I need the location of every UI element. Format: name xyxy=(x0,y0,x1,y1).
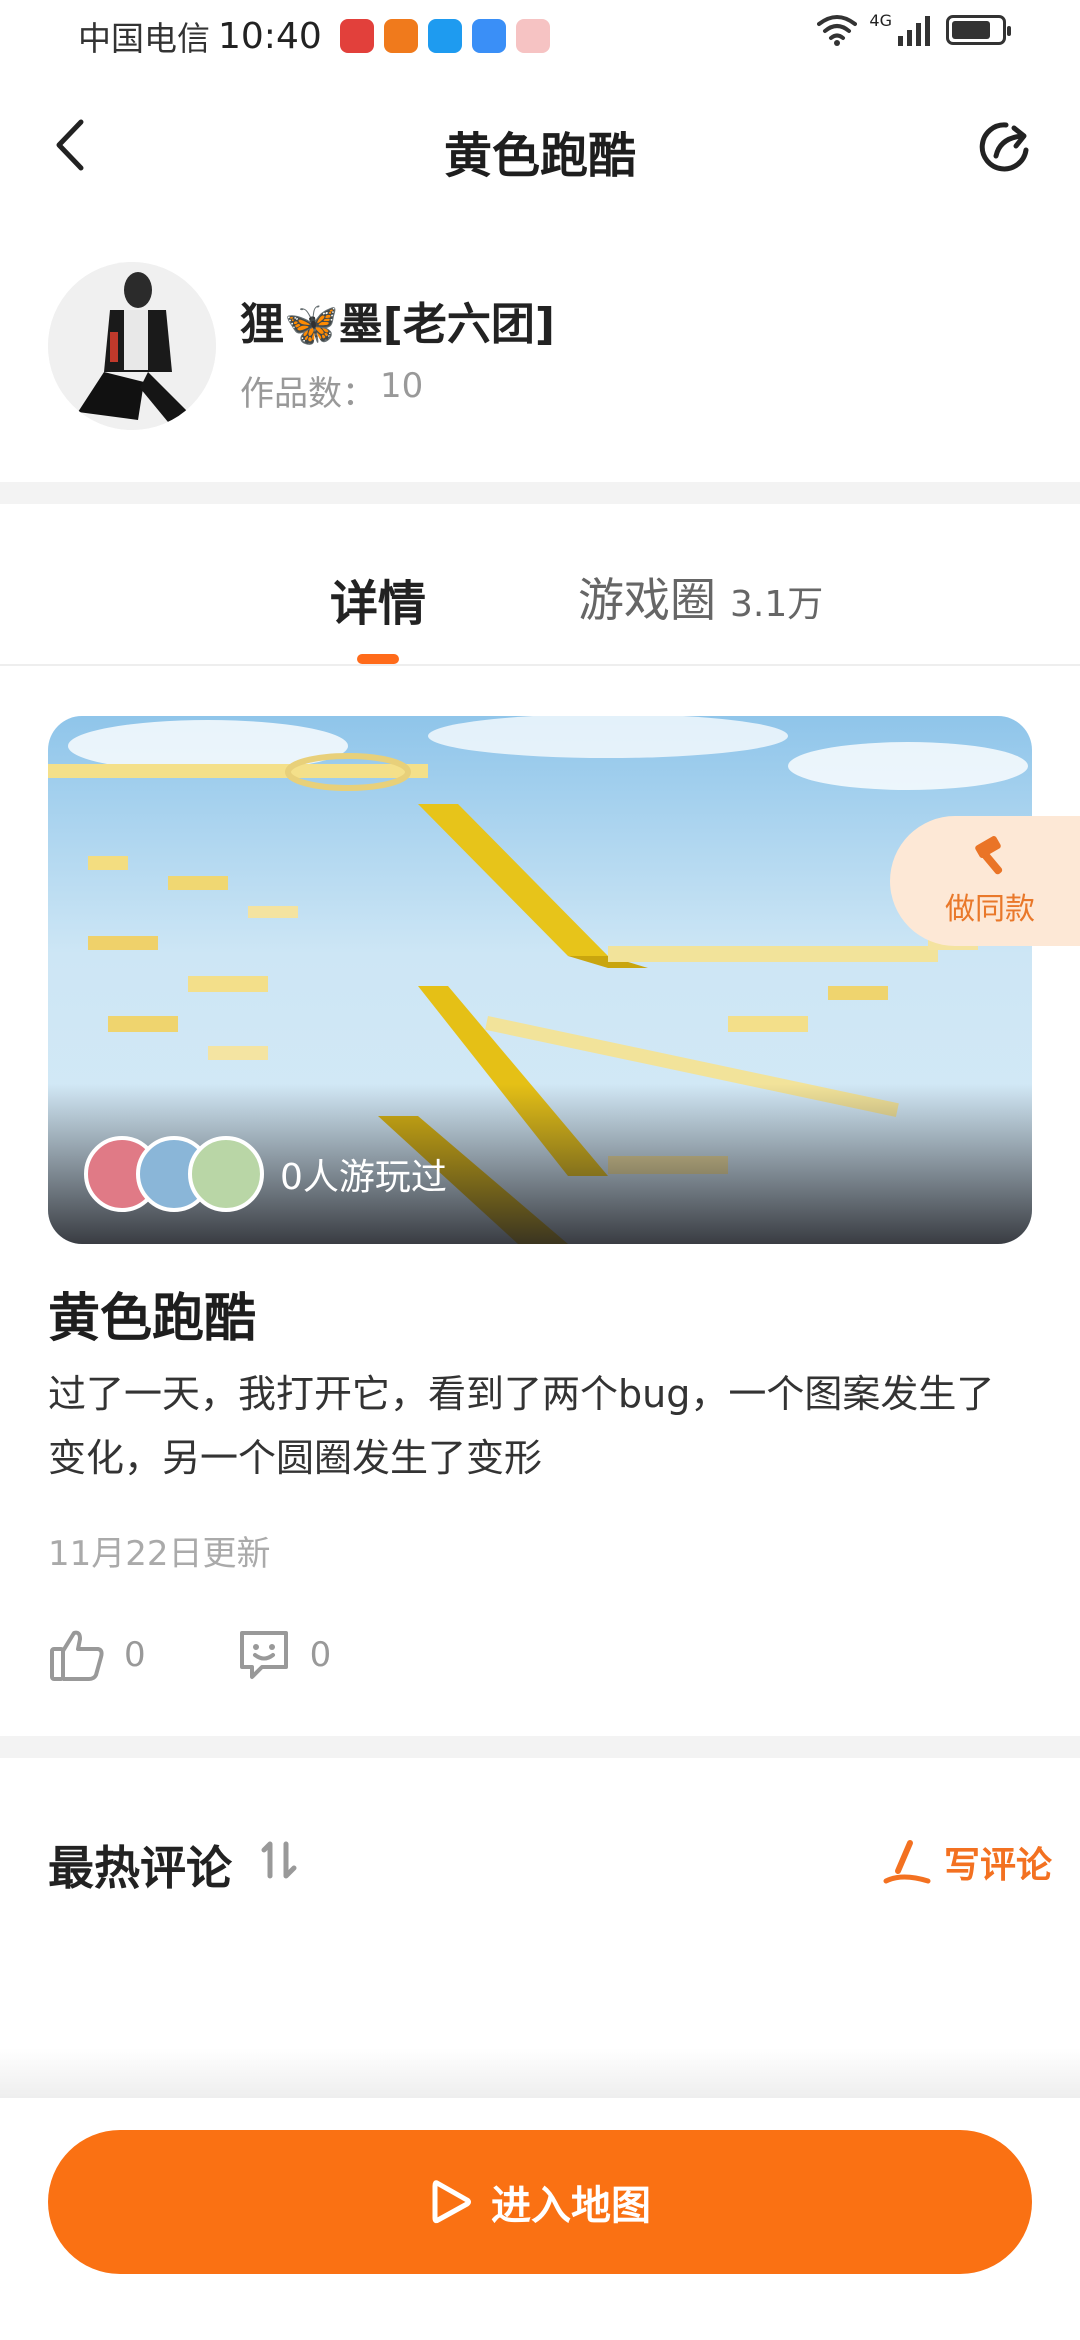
action-row: 0 0 xyxy=(48,1620,421,1690)
share-icon xyxy=(979,122,1029,172)
share-button[interactable] xyxy=(970,112,1040,182)
network-type: 4G xyxy=(869,10,892,30)
game-cover-image[interactable]: 0人游玩过 xyxy=(48,716,1032,1244)
write-comment-button[interactable]: 写评论 xyxy=(882,1836,1052,1888)
status-bar: 中国电信 10:40 4G xyxy=(0,0,1080,72)
sort-icon[interactable] xyxy=(258,1838,302,1882)
carrier-name: 中国电信 xyxy=(78,19,210,58)
status-time: 10:40 xyxy=(218,15,322,57)
bottom-bar: 进入地图 xyxy=(0,2098,1080,2340)
players-row: 0人游玩过 xyxy=(84,1136,447,1212)
wifi-icon xyxy=(817,15,858,46)
tab-game-circle[interactable]: 游戏圈 3.1万 xyxy=(578,564,823,630)
hammer-icon xyxy=(975,836,1003,875)
notification-app-icon xyxy=(515,19,550,53)
players-count-text: 0人游玩过 xyxy=(280,1157,447,1198)
like-count: 0 xyxy=(124,1635,146,1675)
bottom-shadow xyxy=(0,2048,1080,2098)
game-title: 黄色跑酷 xyxy=(48,1289,257,1349)
comment-icon xyxy=(239,1631,288,1679)
section-divider xyxy=(0,1736,1080,1758)
pen-icon xyxy=(883,1840,931,1884)
enter-map-button[interactable]: 进入地图 xyxy=(48,2130,1032,2274)
comment-button[interactable]: 0 xyxy=(236,1627,332,1683)
page-title: 黄色跑酷 xyxy=(443,128,636,184)
section-divider xyxy=(0,482,1080,504)
author-name: 狸🦋墨[老六团] xyxy=(240,299,556,350)
author-avatar[interactable] xyxy=(48,262,216,430)
download-app-icon xyxy=(383,19,418,53)
update-date: 11月22日更新 xyxy=(48,1534,271,1574)
weather-app-icon xyxy=(471,19,506,53)
book-app-icon xyxy=(339,19,374,53)
tab-game-circle-label: 游戏圈 xyxy=(578,573,716,627)
avatar-figure-icon xyxy=(48,262,216,430)
play-icon xyxy=(432,2180,471,2224)
enter-map-label: 进入地图 xyxy=(491,2183,651,2229)
hot-comments-title: 最热评论 xyxy=(48,1841,232,1895)
player-avatar xyxy=(188,1136,264,1212)
author-card[interactable]: 狸🦋墨[老六团] 作品数： 10 xyxy=(48,262,1032,432)
tab-bar: 详情 游戏圈 3.1万 xyxy=(0,504,1080,666)
works-count-row: 作品数： 10 xyxy=(240,366,423,415)
like-button[interactable]: 0 xyxy=(48,1627,146,1683)
comment-count: 0 xyxy=(309,1635,332,1675)
tab-indicator xyxy=(357,654,399,664)
tab-game-circle-count: 3.1万 xyxy=(730,584,824,625)
signal-icon xyxy=(898,16,930,46)
works-count: 10 xyxy=(380,366,424,406)
game-description: 过了一天，我打开它，看到了两个bug，一个图案发生了变化，另一个圆圈发生了变形 xyxy=(48,1372,995,1480)
write-comment-label: 写评论 xyxy=(943,1845,1052,1886)
make-same-label: 做同款 xyxy=(945,892,1035,927)
works-label: 作品数： xyxy=(240,374,376,414)
battery-icon xyxy=(946,15,1011,45)
make-same-button[interactable]: 做同款 xyxy=(890,816,1080,946)
battery-level xyxy=(952,21,990,39)
top-bar: 黄色跑酷 xyxy=(0,90,1080,200)
thumbs-up-icon xyxy=(50,1630,104,1681)
browser-app-icon xyxy=(427,19,462,53)
tab-detail[interactable]: 详情 xyxy=(330,564,426,634)
hot-comments-header: 最热评论 写评论 xyxy=(48,1828,1052,1898)
